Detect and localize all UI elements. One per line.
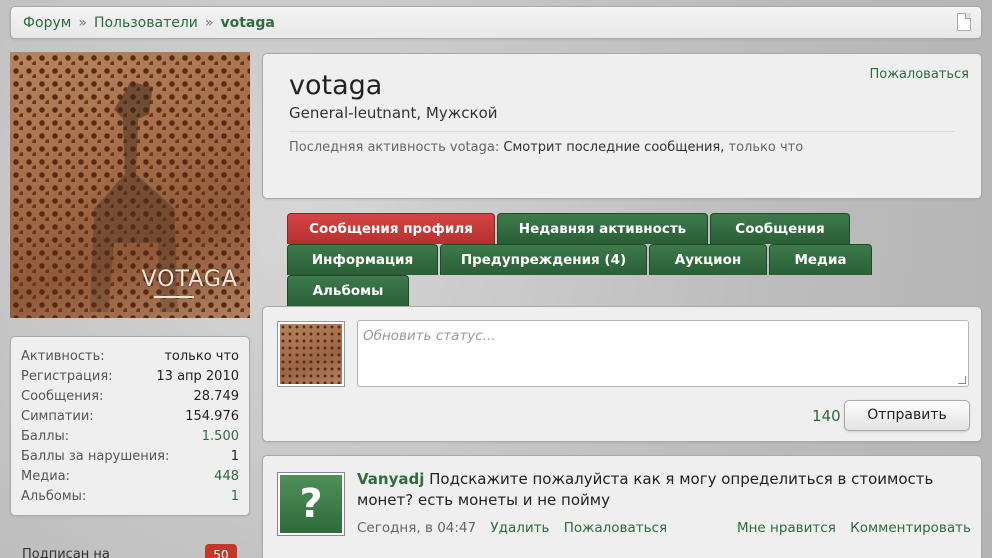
report-profile-link[interactable]: Пожаловаться (870, 67, 970, 82)
breadcrumb: Форум » Пользователи » votaga (10, 6, 982, 39)
own-avatar[interactable] (277, 321, 345, 387)
char-counter: 140 (812, 407, 841, 425)
profile-user-title: General-leutnant, Мужской (289, 104, 498, 122)
status-input[interactable]: Обновить статус... (357, 320, 969, 387)
breadcrumb-current[interactable]: votaga (220, 15, 274, 31)
post-author-link[interactable]: Vanyadj (357, 470, 424, 488)
stat-messages: Сообщения: 28.749 (21, 389, 239, 404)
status-placeholder: Обновить статус... (363, 328, 496, 344)
profile-stats: Активность: только что Регистрация: 13 апр… (10, 336, 250, 516)
avatar-watermark: VOTAGA (141, 267, 238, 292)
profile-post: ? Vanyadj Подскажите пожалуйста как я мо… (262, 455, 982, 558)
stat-points[interactable]: Баллы: 1.500 (21, 427, 239, 447)
breadcrumb-separator: » (204, 14, 214, 31)
last-activity: Последняя активность votaga: Смотрит пос… (289, 140, 955, 155)
tab-auction[interactable]: Аукцион (649, 244, 767, 275)
breadcrumb-separator: » (78, 14, 87, 31)
post-meta: Сегодня, в 04:47 Удалить Пожаловаться Мн… (357, 520, 971, 536)
stat-media[interactable]: Медиа: 448 (21, 467, 239, 487)
tab-warnings[interactable]: Предупреждения (4) (440, 244, 647, 275)
stat-warning-points: Баллы за нарушения: 1 (21, 449, 239, 464)
document-icon[interactable] (957, 13, 971, 31)
question-mark-icon: ? (280, 475, 342, 533)
post-time[interactable]: Сегодня, в 04:47 (357, 520, 476, 536)
last-activity-text: Смотрит последние сообщения, (503, 140, 725, 155)
post-body: Vanyadj Подскажите пожалуйста как я могу… (357, 469, 972, 511)
subscribed-label: Подписан на (22, 547, 110, 558)
status-update-panel: Обновить статус... 140 Отправить (262, 306, 982, 442)
avatar-watermark-underline (154, 296, 194, 298)
tab-posts[interactable]: Сообщения (710, 213, 850, 244)
send-button[interactable]: Отправить (844, 400, 970, 431)
report-post-link[interactable]: Пожаловаться (564, 520, 667, 536)
stat-registration: Регистрация: 13 апр 2010 (21, 369, 239, 384)
like-link[interactable]: Мне нравится (737, 520, 836, 536)
comment-link[interactable]: Комментировать (850, 520, 971, 536)
stat-albums[interactable]: Альбомы: 1 (21, 487, 239, 507)
post-text: Подскажите пожалуйста как я могу определ… (357, 470, 934, 509)
tab-recent-activity[interactable]: Недавняя активность (497, 213, 708, 244)
tab-albums[interactable]: Альбомы (287, 275, 409, 306)
last-activity-time: только что (728, 140, 804, 155)
stat-likes: Симпатии: 154.976 (21, 409, 239, 424)
subscribed-count-badge[interactable]: 50 (205, 544, 237, 558)
tab-profile-posts[interactable]: Сообщения профиля (287, 213, 495, 244)
stat-activity: Активность: только что (21, 349, 239, 364)
breadcrumb-item-users[interactable]: Пользователи (94, 15, 198, 31)
breadcrumb-item-forum[interactable]: Форум (23, 15, 71, 31)
resize-grip-icon[interactable] (958, 376, 966, 384)
post-author-avatar[interactable]: ? (277, 472, 345, 536)
profile-username: votaga (289, 70, 383, 101)
profile-header: votaga General-leutnant, Мужской Пожалов… (262, 53, 982, 199)
tab-media[interactable]: Медиа (769, 244, 872, 275)
profile-avatar[interactable]: VOTAGA (10, 52, 250, 318)
tab-info[interactable]: Информация (287, 244, 438, 275)
divider (289, 131, 955, 132)
last-activity-prefix: Последняя активность votaga: (289, 140, 500, 155)
delete-link[interactable]: Удалить (490, 520, 549, 536)
